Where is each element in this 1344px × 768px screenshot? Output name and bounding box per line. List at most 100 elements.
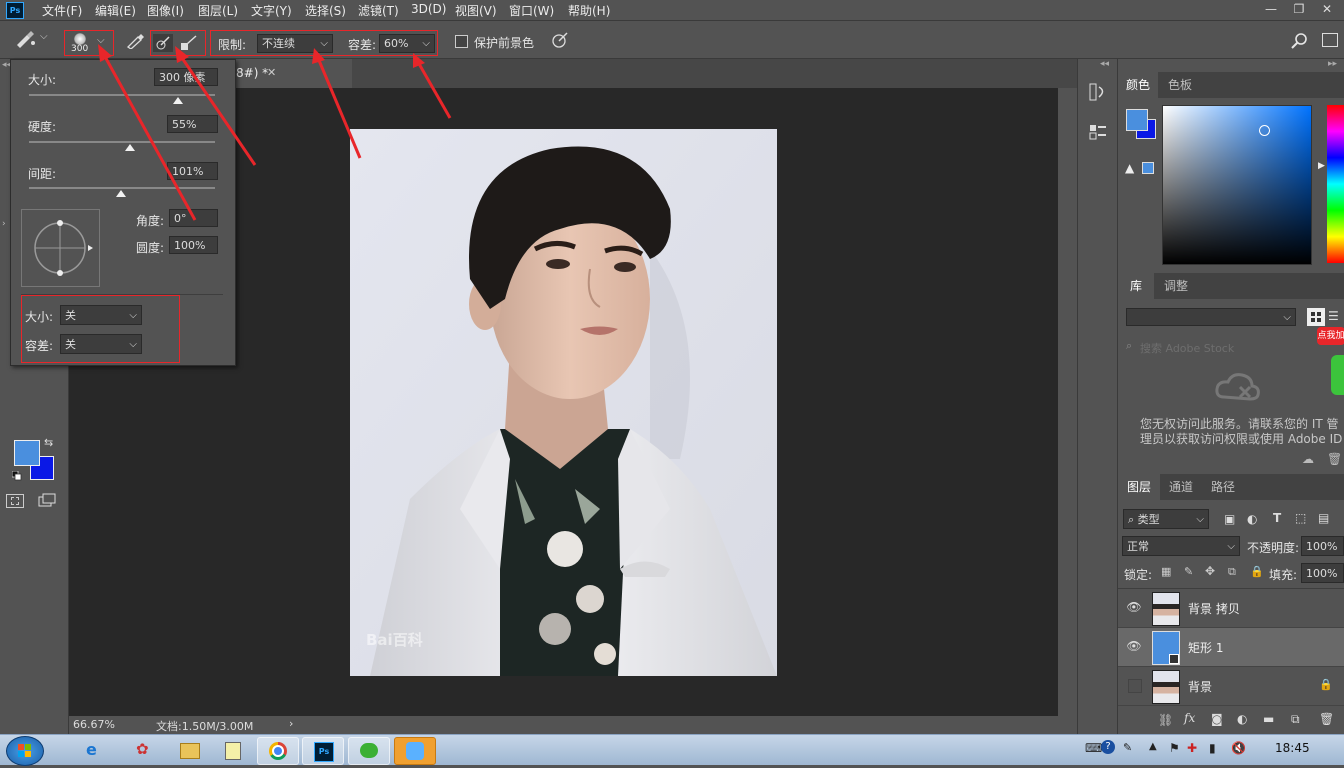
- filter-pixel-icon[interactable]: ▣: [1224, 512, 1235, 526]
- tab-layers[interactable]: 图层: [1118, 474, 1160, 500]
- menu-3d[interactable]: 3D(D): [411, 2, 446, 16]
- hardness-slider-track[interactable]: [29, 141, 215, 143]
- size-input[interactable]: 300 像素: [154, 68, 218, 86]
- menu-layer[interactable]: 图层(L): [198, 2, 238, 19]
- hue-slider[interactable]: [1327, 105, 1344, 263]
- tab-adjustments[interactable]: 调整: [1156, 273, 1196, 299]
- brush-preset-picker[interactable]: 300 ⌵: [64, 30, 114, 56]
- link-layers-icon[interactable]: ⛓: [1158, 713, 1173, 727]
- keyboard-icon[interactable]: ⌨: [1085, 741, 1102, 755]
- flag-icon[interactable]: ⚑: [1169, 741, 1180, 755]
- limit-select[interactable]: 不连续 ⌵: [257, 34, 333, 53]
- grid-view-icon[interactable]: [1307, 308, 1325, 326]
- menu-edit[interactable]: 编辑(E): [95, 2, 136, 19]
- close-button[interactable]: ✕: [1314, 0, 1340, 18]
- spacing-input[interactable]: 101%: [167, 162, 218, 180]
- filter-shape-icon[interactable]: ⬚: [1295, 511, 1306, 525]
- promo-mascot-icon[interactable]: [1331, 355, 1344, 395]
- screen-mode-icon[interactable]: [38, 493, 56, 507]
- filter-smart-object-icon[interactable]: ▤: [1318, 511, 1329, 525]
- properties-icon[interactable]: [1088, 123, 1108, 141]
- fish-app-taskbar-icon[interactable]: ✿: [126, 737, 166, 763]
- menu-filter[interactable]: 滤镜(T): [358, 2, 399, 19]
- show-hidden-icons-icon[interactable]: ▲: [1149, 741, 1157, 752]
- photoshop-taskbar-icon[interactable]: Ps: [302, 737, 344, 765]
- stock-search-input[interactable]: 搜索 Adobe Stock: [1140, 340, 1234, 356]
- close-tab-icon[interactable]: ✕: [267, 66, 276, 79]
- roundness-input[interactable]: 100%: [169, 236, 218, 254]
- network-icon[interactable]: ▮: [1209, 741, 1216, 755]
- document-tab[interactable]: 8#) * ✕: [234, 59, 352, 88]
- brush-angle-preview[interactable]: [21, 209, 100, 287]
- tab-libraries[interactable]: 库: [1118, 273, 1154, 299]
- qq-browser-taskbar-icon[interactable]: [394, 737, 436, 765]
- quick-mask-mode-icon[interactable]: [6, 494, 24, 508]
- chrome-taskbar-icon[interactable]: [257, 737, 299, 765]
- size-slider-thumb[interactable]: [173, 97, 183, 104]
- hardness-input[interactable]: 55%: [167, 115, 218, 133]
- color-replace-tool-icon[interactable]: [14, 30, 36, 48]
- lock-transparent-icon[interactable]: ▦: [1161, 565, 1171, 578]
- spacing-slider-track[interactable]: [29, 187, 215, 189]
- delete-layer-icon[interactable]: 🗑: [1319, 712, 1334, 726]
- pen-tolerance-select[interactable]: 关 ⌵: [60, 334, 142, 354]
- pressure-size-icon[interactable]: [551, 31, 569, 49]
- tab-color[interactable]: 颜色: [1118, 72, 1158, 98]
- pen-size-select[interactable]: 关 ⌵: [60, 305, 142, 325]
- history-icon[interactable]: [1088, 81, 1108, 103]
- new-group-icon[interactable]: ▬: [1263, 712, 1274, 726]
- clock[interactable]: 18:45: [1275, 741, 1310, 755]
- swap-colors-icon[interactable]: ⇆: [44, 436, 53, 449]
- explorer-taskbar-icon[interactable]: [170, 737, 210, 763]
- fx-icon[interactable]: fx: [1184, 711, 1195, 725]
- zoom-level[interactable]: 66.67%: [73, 718, 115, 731]
- help-icon[interactable]: ?: [1101, 740, 1115, 754]
- tolerance-input[interactable]: 60% ⌵: [379, 34, 435, 53]
- expand-arrow-icon[interactable]: ›: [2, 219, 6, 229]
- visibility-eye-icon[interactable]: 👁: [1126, 638, 1142, 654]
- layer-filter-select[interactable]: ⌕ 类型 ⌵: [1123, 509, 1209, 529]
- security-icon[interactable]: ✚: [1187, 741, 1197, 755]
- blend-mode-select[interactable]: 正常 ⌵: [1122, 536, 1240, 556]
- start-button[interactable]: [6, 736, 44, 766]
- lock-pixels-icon[interactable]: ✎: [1184, 565, 1193, 578]
- tab-swatches[interactable]: 色板: [1160, 72, 1200, 98]
- search-icon[interactable]: [1291, 32, 1309, 50]
- tab-channels[interactable]: 通道: [1160, 474, 1202, 500]
- tab-paths[interactable]: 路径: [1202, 474, 1244, 500]
- layer-row-selected[interactable]: 👁 矩形 1: [1118, 628, 1344, 667]
- wechat-taskbar-icon[interactable]: [348, 737, 390, 765]
- angle-input[interactable]: 0°: [169, 209, 218, 227]
- hardness-slider-thumb[interactable]: [125, 144, 135, 151]
- color-picker-handle[interactable]: [1259, 125, 1270, 136]
- tray-icon[interactable]: ✎: [1123, 741, 1132, 754]
- list-view-icon[interactable]: ☰: [1328, 309, 1339, 323]
- color-field[interactable]: [1162, 105, 1312, 265]
- ie-taskbar-icon[interactable]: e: [76, 737, 116, 763]
- lock-position-icon[interactable]: ✥: [1205, 564, 1215, 578]
- minimize-button[interactable]: —: [1258, 0, 1284, 18]
- menu-window[interactable]: 窗口(W): [509, 2, 554, 19]
- tool-preset-chevron-icon[interactable]: ⌵: [40, 31, 48, 42]
- menu-type[interactable]: 文字(Y): [251, 2, 292, 19]
- spacing-slider-thumb[interactable]: [116, 190, 126, 197]
- layer-row[interactable]: 背景 🔒: [1118, 667, 1344, 706]
- fill-input[interactable]: 100%: [1301, 563, 1344, 583]
- menu-select[interactable]: 选择(S): [305, 2, 346, 19]
- library-select[interactable]: ⌵: [1126, 308, 1296, 326]
- status-menu-arrow-icon[interactable]: ›: [289, 717, 293, 730]
- default-colors-icon[interactable]: [11, 470, 22, 481]
- filter-adjustment-icon[interactable]: ◐: [1247, 512, 1257, 526]
- sampling-once-icon[interactable]: [153, 34, 173, 52]
- collapse-arrows-icon[interactable]: ▸▸: [1328, 59, 1337, 69]
- lock-artboard-icon[interactable]: ⧉: [1228, 565, 1236, 579]
- web-safe-swatch[interactable]: [1142, 162, 1154, 174]
- trash-icon[interactable]: 🗑: [1327, 452, 1342, 466]
- layer-row[interactable]: 👁 背景 拷贝: [1118, 589, 1344, 628]
- menu-image[interactable]: 图像(I): [147, 2, 184, 19]
- menu-help[interactable]: 帮助(H): [568, 2, 610, 19]
- collapse-arrows-icon[interactable]: ◂◂: [1100, 59, 1109, 69]
- menu-file[interactable]: 文件(F): [42, 2, 82, 19]
- lock-all-icon[interactable]: 🔒: [1250, 565, 1264, 578]
- foreground-color-swatch[interactable]: [14, 440, 40, 466]
